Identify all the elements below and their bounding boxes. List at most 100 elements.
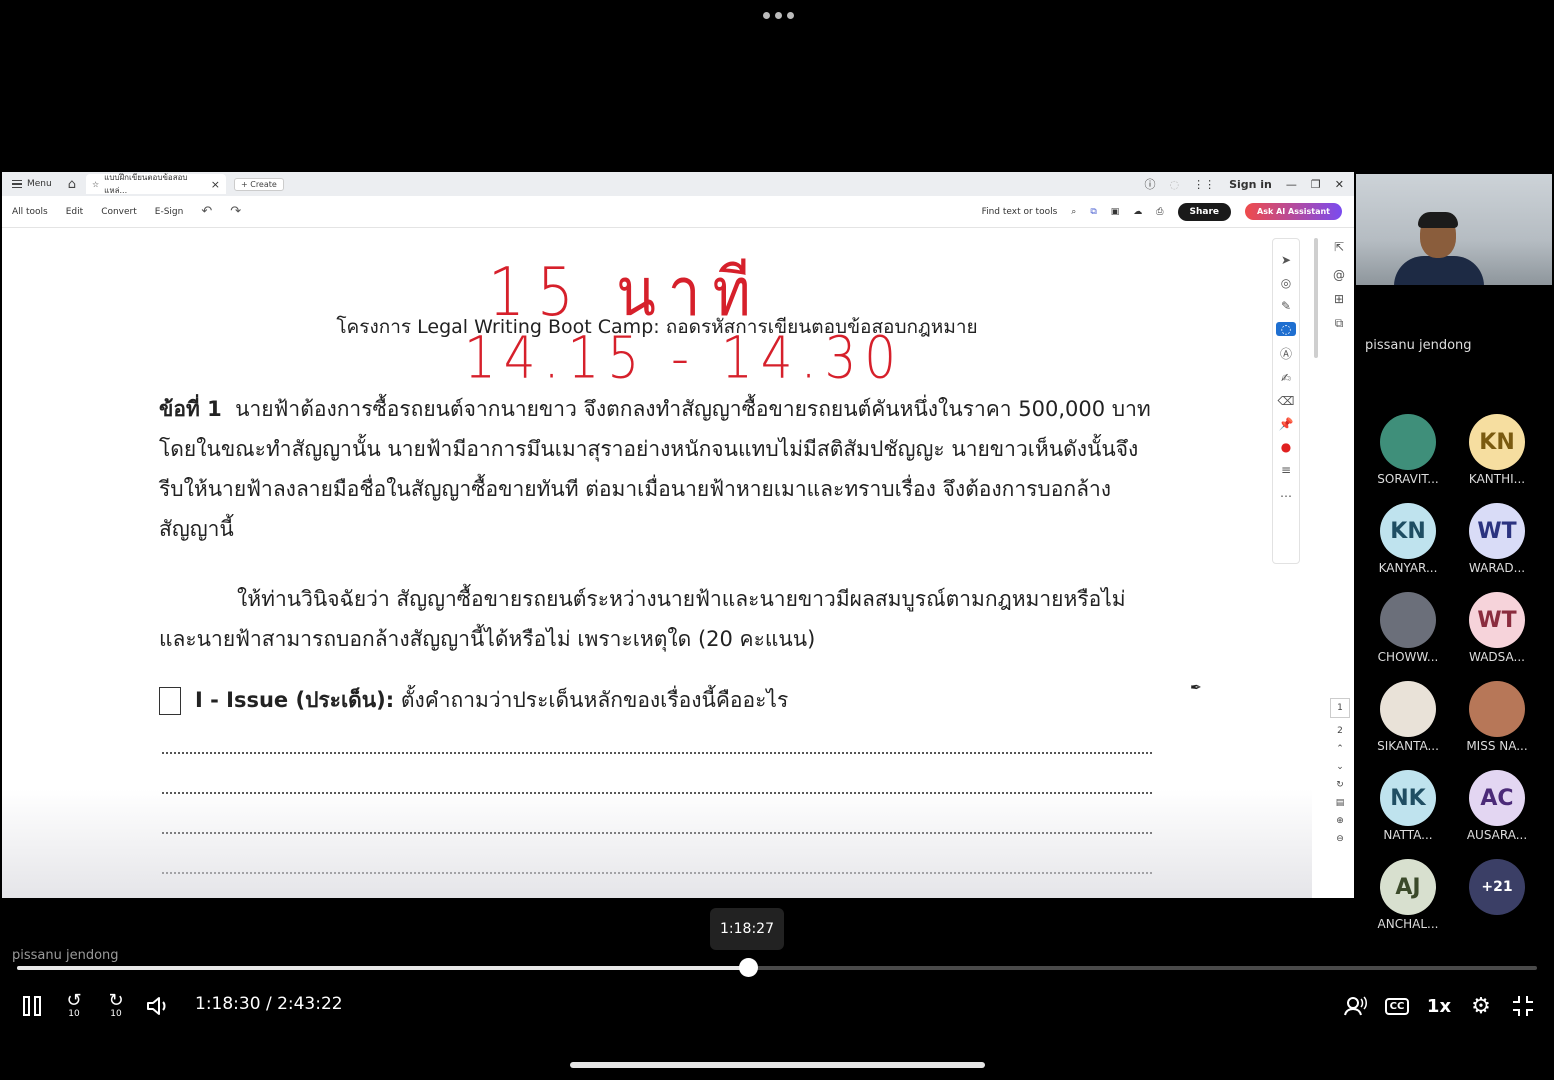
- bell-icon[interactable]: ◌: [1169, 178, 1179, 191]
- undo-icon[interactable]: ↶: [201, 204, 212, 219]
- participant-tile[interactable]: SORAVIT...: [1366, 414, 1450, 498]
- participant-initials-avatar: NK: [1380, 770, 1436, 826]
- upload-cloud-icon[interactable]: ☁: [1133, 207, 1142, 217]
- zoom-in-icon[interactable]: ⊕: [1336, 816, 1344, 826]
- document-tab[interactable]: ☆ แบบฝึกเขียนตอบข้อสอบแหล่... ×: [85, 173, 226, 195]
- participant-name: WADSA...: [1469, 650, 1525, 664]
- issue-row: I - Issue (ประเด็น): ตั้งคำถามว่าประเด็น…: [159, 684, 788, 717]
- copy-pages-icon[interactable]: ⧉: [1335, 316, 1344, 331]
- participant-tile[interactable]: AC AUSARA...: [1455, 770, 1539, 854]
- exit-fullscreen-icon[interactable]: [1508, 990, 1538, 1022]
- participant-tile[interactable]: SIKANTA...: [1366, 681, 1450, 765]
- participant-name: WARAD...: [1468, 561, 1526, 575]
- speaker-video-tile[interactable]: [1356, 174, 1552, 285]
- sign-in-button[interactable]: Sign in: [1229, 178, 1272, 191]
- scrollbar[interactable]: [1314, 238, 1318, 358]
- question-text: นายฟ้าต้องการซื้อรถยนต์จากนายขาว จึงตกลง…: [159, 397, 1151, 541]
- volume-icon[interactable]: [144, 990, 172, 1022]
- home-indicator[interactable]: [570, 1062, 985, 1068]
- participant-tile[interactable]: WT WADSA...: [1455, 592, 1539, 676]
- search-icon[interactable]: ⌕: [1071, 207, 1076, 217]
- ask-ai-assistant-button[interactable]: Ask AI Assistant: [1245, 203, 1342, 220]
- save-icon[interactable]: ▣: [1111, 207, 1120, 217]
- red-color-dot-icon[interactable]: ●: [1281, 440, 1291, 454]
- participant-tile[interactable]: KN KANYAR...: [1366, 503, 1450, 587]
- participant-initials-avatar: WT: [1469, 592, 1525, 648]
- pen-cursor-icon: ✒: [1190, 680, 1202, 696]
- compare-icon[interactable]: ⧉: [1090, 207, 1096, 217]
- issue-label: I - Issue (ประเด็น):: [195, 688, 395, 712]
- edit-menu[interactable]: Edit: [66, 207, 83, 217]
- participant-name: MISS NA...: [1466, 739, 1528, 753]
- participant-tile[interactable]: CHOWW...: [1366, 592, 1450, 676]
- text-box-icon[interactable]: Ⓐ: [1280, 345, 1292, 362]
- participant-tile[interactable]: NK NATTA...: [1366, 770, 1450, 854]
- page-number-current[interactable]: 1: [1330, 698, 1350, 718]
- print-icon[interactable]: ⎙: [1156, 207, 1163, 217]
- answer-line[interactable]: [162, 752, 1152, 754]
- participant-tile[interactable]: KN KANTHI...: [1455, 414, 1539, 498]
- redo-icon[interactable]: ↷: [230, 204, 241, 219]
- rotate-icon[interactable]: ↻: [1336, 780, 1344, 790]
- convert-menu[interactable]: Convert: [101, 207, 137, 217]
- participant-tile[interactable]: AJ ANCHAL...: [1366, 859, 1450, 943]
- page-navigation: 1 2 ⌃ ⌄ ↻ ▤ ⊕ ⊖: [1328, 698, 1352, 844]
- presenter-caption: pissanu jendong: [12, 948, 119, 963]
- captions-icon[interactable]: CC: [1382, 990, 1412, 1022]
- more-count-badge: +21: [1469, 859, 1525, 915]
- apps-grid-icon[interactable]: ⋮⋮: [1193, 178, 1215, 191]
- seek-bar-thumb[interactable]: [738, 958, 758, 977]
- playback-speed-button[interactable]: 1x: [1424, 990, 1454, 1022]
- participant-photo-avatar: [1469, 681, 1525, 737]
- fill-sign-icon[interactable]: ✍: [1281, 371, 1291, 385]
- pause-icon[interactable]: [20, 990, 44, 1022]
- more-options-dots[interactable]: [762, 8, 794, 22]
- chevron-down-icon[interactable]: ⌄: [1336, 762, 1344, 772]
- more-participants-tile[interactable]: +21: [1455, 859, 1539, 943]
- highlight-pen-icon[interactable]: ✎: [1281, 299, 1291, 313]
- minimize-icon[interactable]: —: [1286, 178, 1297, 191]
- audio-description-icon[interactable]: [1340, 990, 1370, 1022]
- chevron-up-icon[interactable]: ⌃: [1336, 744, 1344, 754]
- find-text-input[interactable]: Find text or tools: [982, 207, 1058, 217]
- home-icon[interactable]: ⌂: [68, 177, 76, 192]
- eraser-icon[interactable]: ⌫: [1278, 394, 1295, 408]
- email-icon[interactable]: @: [1333, 268, 1345, 282]
- select-cursor-icon[interactable]: ➤: [1281, 253, 1291, 267]
- zoom-out-icon[interactable]: ⊖: [1336, 834, 1344, 844]
- esign-menu[interactable]: E-Sign: [155, 207, 184, 217]
- skip-forward-icon[interactable]: ↻ 10: [102, 990, 130, 1022]
- all-tools-menu[interactable]: All tools: [12, 207, 48, 217]
- help-icon[interactable]: ⓘ: [1144, 176, 1155, 192]
- draw-lasso-icon[interactable]: ◌: [1276, 322, 1296, 336]
- captions-label: CC: [1384, 997, 1410, 1015]
- participant-initials-avatar: AC: [1469, 770, 1525, 826]
- participant-name: AUSARA...: [1466, 828, 1528, 842]
- participant-name: KANYAR...: [1378, 561, 1438, 575]
- line-weight-icon[interactable]: ≡: [1281, 463, 1291, 477]
- menu-button[interactable]: Menu: [12, 179, 52, 189]
- restore-icon[interactable]: ❐: [1311, 178, 1321, 191]
- more-tools-icon[interactable]: …: [1280, 486, 1292, 500]
- pin-icon[interactable]: 📌: [1279, 417, 1294, 431]
- close-tab-icon[interactable]: ×: [211, 178, 220, 191]
- close-window-icon[interactable]: ✕: [1335, 178, 1344, 191]
- pdf-page: 15 นาที โครงการ Legal Writing Boot Camp:…: [2, 229, 1312, 898]
- participant-tile[interactable]: MISS NA...: [1455, 681, 1539, 765]
- share-button[interactable]: Share: [1177, 202, 1232, 221]
- participant-name: SORAVIT...: [1377, 472, 1439, 486]
- comment-icon[interactable]: ◎: [1281, 276, 1291, 290]
- issue-checkbox[interactable]: [159, 686, 181, 715]
- star-icon[interactable]: ☆: [92, 180, 99, 189]
- bottom-fade-overlay: [2, 789, 1312, 898]
- skip-back-icon[interactable]: ↺ 10: [60, 990, 88, 1022]
- issue-prompt: ตั้งคำถามว่าประเด็นหลักของเรื่องนี้คืออะ…: [400, 688, 789, 712]
- hamburger-icon: [12, 180, 22, 188]
- page-number-next[interactable]: 2: [1337, 726, 1343, 736]
- settings-gear-icon[interactable]: ⚙: [1466, 990, 1496, 1022]
- bookmark-icon[interactable]: ⊞: [1334, 292, 1344, 306]
- create-button[interactable]: + Create: [233, 177, 284, 191]
- participant-tile[interactable]: WT WARAD...: [1455, 503, 1539, 587]
- page-thumbnail-icon[interactable]: ▤: [1336, 798, 1345, 808]
- export-icon[interactable]: ⇱: [1334, 240, 1344, 254]
